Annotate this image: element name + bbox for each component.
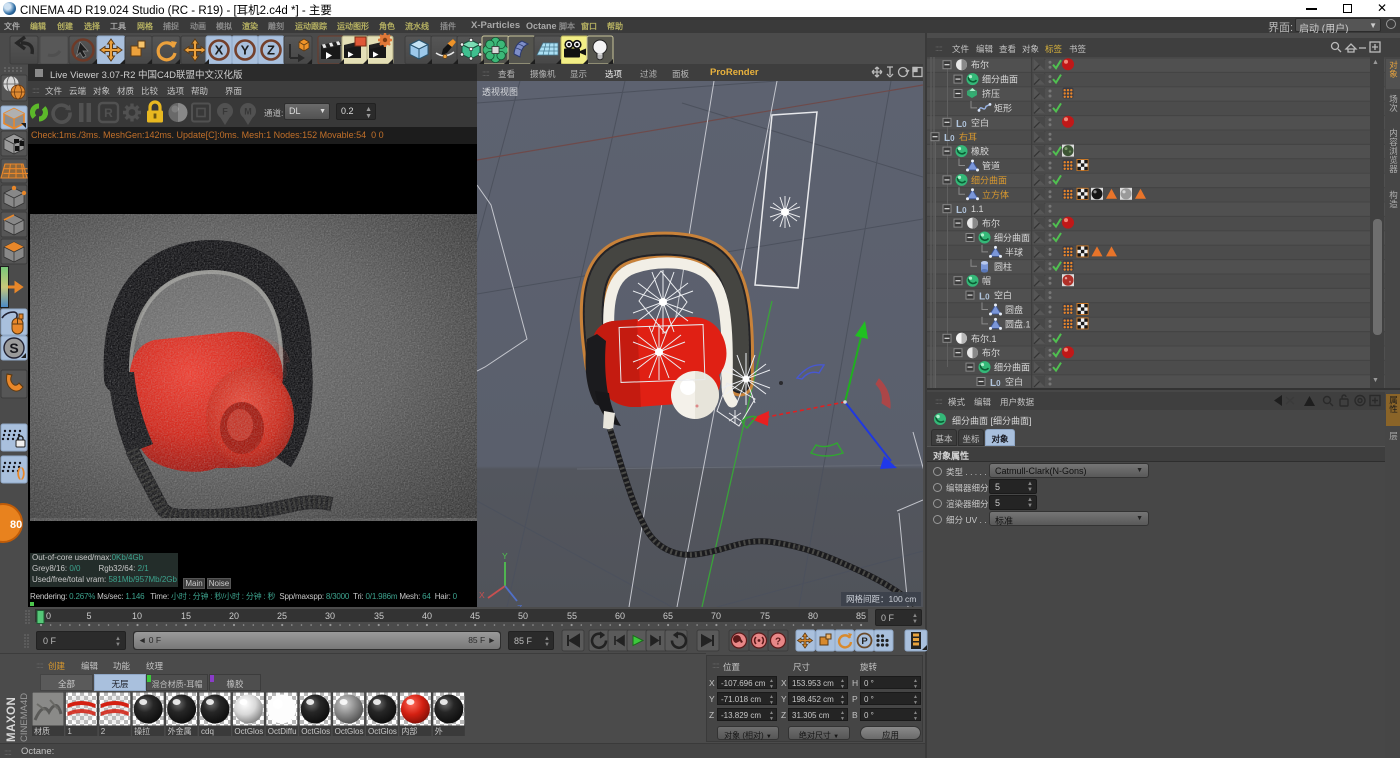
svg-text:OctGlos: OctGlos — [335, 727, 364, 736]
svg-text:帽: 帽 — [982, 275, 991, 286]
svg-text:S: S — [9, 340, 18, 356]
svg-text:外: 外 — [435, 726, 443, 736]
svg-text:圆盘.1: 圆盘.1 — [1005, 318, 1031, 329]
svg-text:空白: 空白 — [971, 117, 989, 128]
svg-text:OctGlos: OctGlos — [301, 727, 330, 736]
svg-text:L0: L0 — [956, 205, 967, 216]
svg-text:OctGlos: OctGlos — [368, 727, 397, 736]
svg-text:80: 80 — [10, 519, 22, 531]
svg-text:15: 15 — [181, 611, 191, 621]
svg-text:M: M — [244, 107, 252, 117]
svg-text:细分曲面: 细分曲面 — [994, 232, 1030, 243]
svg-text:立方体: 立方体 — [982, 189, 1009, 200]
svg-text:75: 75 — [760, 611, 770, 621]
svg-text:MAXON: MAXON — [6, 697, 18, 742]
svg-text:网格间距：100 cm: 网格间距：100 cm — [846, 594, 916, 604]
svg-text:?: ? — [775, 637, 781, 648]
svg-text:CINEMA4D: CINEMA4D — [19, 693, 30, 742]
svg-text:操拉: 操拉 — [134, 726, 150, 736]
svg-text:布尔: 布尔 — [982, 347, 1000, 358]
svg-text:矩形: 矩形 — [994, 102, 1012, 113]
svg-text:50: 50 — [518, 611, 528, 621]
svg-text:空白: 空白 — [1005, 376, 1023, 387]
svg-text:Y: Y — [241, 43, 250, 58]
svg-text:cdq: cdq — [201, 727, 214, 736]
svg-text:L0: L0 — [979, 292, 990, 303]
svg-text:右耳: 右耳 — [959, 131, 977, 142]
svg-text:布尔: 布尔 — [971, 59, 989, 70]
svg-text:管道: 管道 — [982, 160, 1000, 171]
svg-text:Z: Z — [267, 43, 275, 58]
svg-text:L0: L0 — [956, 119, 967, 130]
svg-text:X: X — [479, 590, 485, 600]
svg-text:2: 2 — [101, 727, 106, 736]
svg-text:空白: 空白 — [994, 290, 1012, 301]
svg-text:25: 25 — [277, 611, 287, 621]
svg-text:橡胶: 橡胶 — [971, 146, 989, 157]
svg-text:布尔.1: 布尔.1 — [971, 333, 997, 344]
svg-text:F: F — [222, 107, 228, 117]
svg-text:内部: 内部 — [401, 726, 417, 736]
svg-text:R: R — [104, 106, 113, 120]
svg-text:20: 20 — [229, 611, 239, 621]
svg-text:65: 65 — [663, 611, 673, 621]
svg-text:细分曲面: 细分曲面 — [971, 174, 1007, 185]
svg-text:10: 10 — [132, 611, 142, 621]
svg-text:(): () — [17, 465, 26, 480]
svg-text:30: 30 — [325, 611, 335, 621]
svg-text:OctDiffu: OctDiffu — [268, 727, 297, 736]
svg-text:材质: 材质 — [34, 726, 50, 736]
svg-text:45: 45 — [470, 611, 480, 621]
svg-text:80: 80 — [808, 611, 818, 621]
svg-text:70: 70 — [711, 611, 721, 621]
svg-text:P: P — [861, 636, 868, 647]
svg-text:细分曲面: 细分曲面 — [982, 74, 1018, 85]
svg-text:圆盘: 圆盘 — [1005, 304, 1023, 315]
svg-text:5: 5 — [86, 611, 91, 621]
svg-text:60: 60 — [615, 611, 625, 621]
svg-text:L0: L0 — [990, 378, 1001, 388]
svg-text:半球: 半球 — [1005, 246, 1023, 257]
svg-text:外金属: 外金属 — [168, 726, 192, 736]
svg-text:L0: L0 — [944, 133, 955, 144]
svg-text:挤压: 挤压 — [982, 88, 1000, 99]
svg-text:圆柱: 圆柱 — [994, 261, 1012, 272]
svg-text:85: 85 — [856, 611, 866, 621]
svg-text:1.1: 1.1 — [971, 204, 984, 214]
svg-text:OctGlos: OctGlos — [234, 727, 263, 736]
svg-text:Y: Y — [502, 551, 508, 561]
svg-text:0: 0 — [46, 611, 51, 621]
svg-text:35: 35 — [374, 611, 384, 621]
svg-text:1: 1 — [67, 727, 72, 736]
svg-text:X: X — [215, 43, 224, 58]
svg-text:55: 55 — [567, 611, 577, 621]
svg-text:布尔: 布尔 — [982, 218, 1000, 229]
svg-text:细分曲面: 细分曲面 — [994, 362, 1030, 373]
svg-text:40: 40 — [422, 611, 432, 621]
